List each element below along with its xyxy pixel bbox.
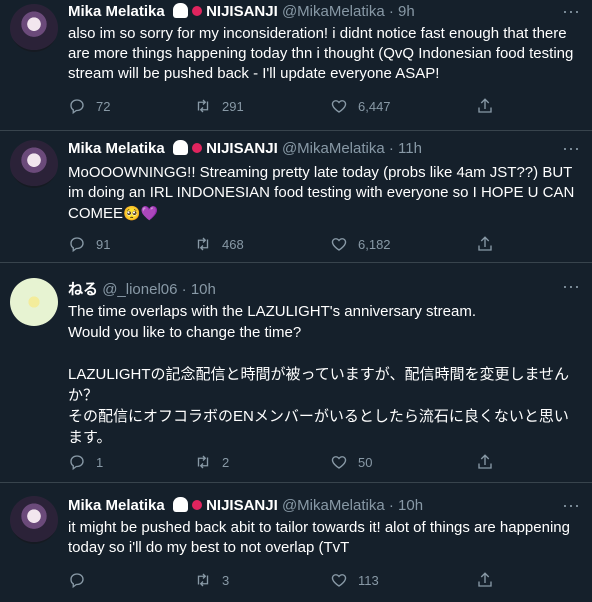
retweet-button[interactable]: 2 <box>194 452 229 472</box>
like-count: 6,182 <box>358 236 391 252</box>
emoji-sequence: 🥺💜 <box>123 205 158 221</box>
ghost-badge-icon <box>172 3 188 18</box>
org-tag: NIJISANJI <box>206 497 278 514</box>
display-name[interactable]: Mika Melatika <box>68 497 165 514</box>
pin-badge-icon <box>191 6 202 16</box>
handle[interactable]: @_lionel06 <box>102 281 177 298</box>
reply-count: 91 <box>96 236 111 252</box>
timestamp[interactable]: 9h <box>398 3 415 20</box>
pin-badge-icon <box>191 143 202 153</box>
tweet-actions: 91 468 6,182 <box>68 234 508 254</box>
tweet-text: also im so sorry for my inconsideration!… <box>68 25 578 82</box>
tweet-header: Mika Melatika NIJISANJI @MikaMelatika · … <box>68 497 423 514</box>
like-icon <box>331 100 347 113</box>
retweet-count: 468 <box>222 236 244 252</box>
like-button[interactable]: 50 <box>330 452 372 472</box>
handle[interactable]: @MikaMelatika <box>282 3 385 20</box>
avatar[interactable] <box>10 278 58 326</box>
share-icon <box>478 572 492 587</box>
tweet-actions: 1 2 50 <box>68 452 508 472</box>
reply-icon <box>70 573 84 589</box>
retweet-icon <box>197 237 209 251</box>
tweet-actions: 3 113 <box>68 570 508 590</box>
timestamp[interactable]: 11h <box>398 140 422 157</box>
like-icon <box>331 238 347 251</box>
more-icon[interactable]: ··· <box>562 2 580 25</box>
retweet-button[interactable]: 468 <box>194 234 244 254</box>
share-icon <box>478 454 492 469</box>
timestamp[interactable]: 10h <box>398 497 423 514</box>
retweet-count: 2 <box>222 454 230 470</box>
like-icon <box>331 456 347 469</box>
separator-dot: · <box>388 140 394 157</box>
avatar[interactable] <box>10 496 58 544</box>
retweet-count: 3 <box>222 572 230 588</box>
share-button[interactable] <box>476 570 504 590</box>
tweet-text: MoOOOWNINGG!! Streaming pretty late toda… <box>68 163 582 224</box>
handle[interactable]: @MikaMelatika <box>282 497 385 514</box>
display-name[interactable]: Mika Melatika <box>68 3 165 20</box>
separator-dot: · <box>181 281 187 298</box>
reply-icon <box>70 99 84 115</box>
like-count: 113 <box>358 572 379 588</box>
more-icon[interactable]: ··· <box>562 139 580 162</box>
retweet-icon <box>197 455 209 469</box>
tweet-header: ねる @_lionel06 · 10h <box>68 278 216 299</box>
separator-dot: · <box>388 497 394 514</box>
like-button[interactable]: 113 <box>330 570 379 590</box>
share-button[interactable] <box>476 452 504 472</box>
reply-button[interactable]: 91 <box>68 234 110 254</box>
share-button[interactable] <box>476 96 504 116</box>
reply-button[interactable]: 1 <box>68 452 103 472</box>
reply-count: 72 <box>96 98 111 114</box>
tweet[interactable]: ねる @_lionel06 · 10h ··· The time overlap… <box>0 262 592 483</box>
org-tag: NIJISANJI <box>206 3 278 20</box>
tweet[interactable]: Mika Melatika NIJISANJI @MikaMelatika · … <box>0 482 592 602</box>
share-icon <box>478 236 492 251</box>
more-icon[interactable]: ··· <box>562 496 580 519</box>
tweet-text: it might be pushed back abit to tailor t… <box>68 519 575 556</box>
retweet-count: 291 <box>222 98 244 114</box>
separator-dot: · <box>388 3 394 20</box>
like-count: 6,447 <box>358 98 391 114</box>
share-icon <box>478 98 492 113</box>
like-count: 50 <box>358 454 373 470</box>
like-button[interactable]: 6,447 <box>330 96 391 116</box>
tweet-header: Mika Melatika NIJISANJI @MikaMelatika · … <box>68 3 415 20</box>
reply-icon <box>70 455 84 471</box>
tweet[interactable]: Mika Melatika NIJISANJI @MikaMelatika · … <box>0 0 592 131</box>
more-icon[interactable]: ··· <box>562 277 580 300</box>
ghost-badge-icon <box>172 140 188 155</box>
tweet-text: The time overlaps with the LAZULIGHT's a… <box>68 303 570 446</box>
tweet[interactable]: Mika Melatika NIJISANJI @MikaMelatika · … <box>0 130 592 263</box>
like-button[interactable]: 6,182 <box>330 234 391 254</box>
reply-button[interactable] <box>68 570 96 590</box>
timestamp[interactable]: 10h <box>191 281 216 298</box>
ghost-badge-icon <box>172 497 188 512</box>
display-name[interactable]: ねる <box>68 281 98 298</box>
tweet-header: Mika Melatika NIJISANJI @MikaMelatika · … <box>68 140 422 157</box>
reply-count: 1 <box>96 454 104 470</box>
share-button[interactable] <box>476 234 504 254</box>
retweet-icon <box>197 99 209 113</box>
retweet-button[interactable]: 3 <box>194 570 229 590</box>
like-icon <box>331 574 347 587</box>
org-tag: NIJISANJI <box>206 140 278 157</box>
avatar[interactable] <box>10 140 58 188</box>
retweet-icon <box>197 573 209 587</box>
tweet-actions: 72 291 6,447 <box>68 96 508 116</box>
display-name[interactable]: Mika Melatika <box>68 140 165 157</box>
handle[interactable]: @MikaMelatika <box>282 140 385 157</box>
reply-button[interactable]: 72 <box>68 96 110 116</box>
reply-icon <box>70 237 84 253</box>
avatar[interactable] <box>10 4 58 52</box>
pin-badge-icon <box>191 500 202 510</box>
retweet-button[interactable]: 291 <box>194 96 244 116</box>
